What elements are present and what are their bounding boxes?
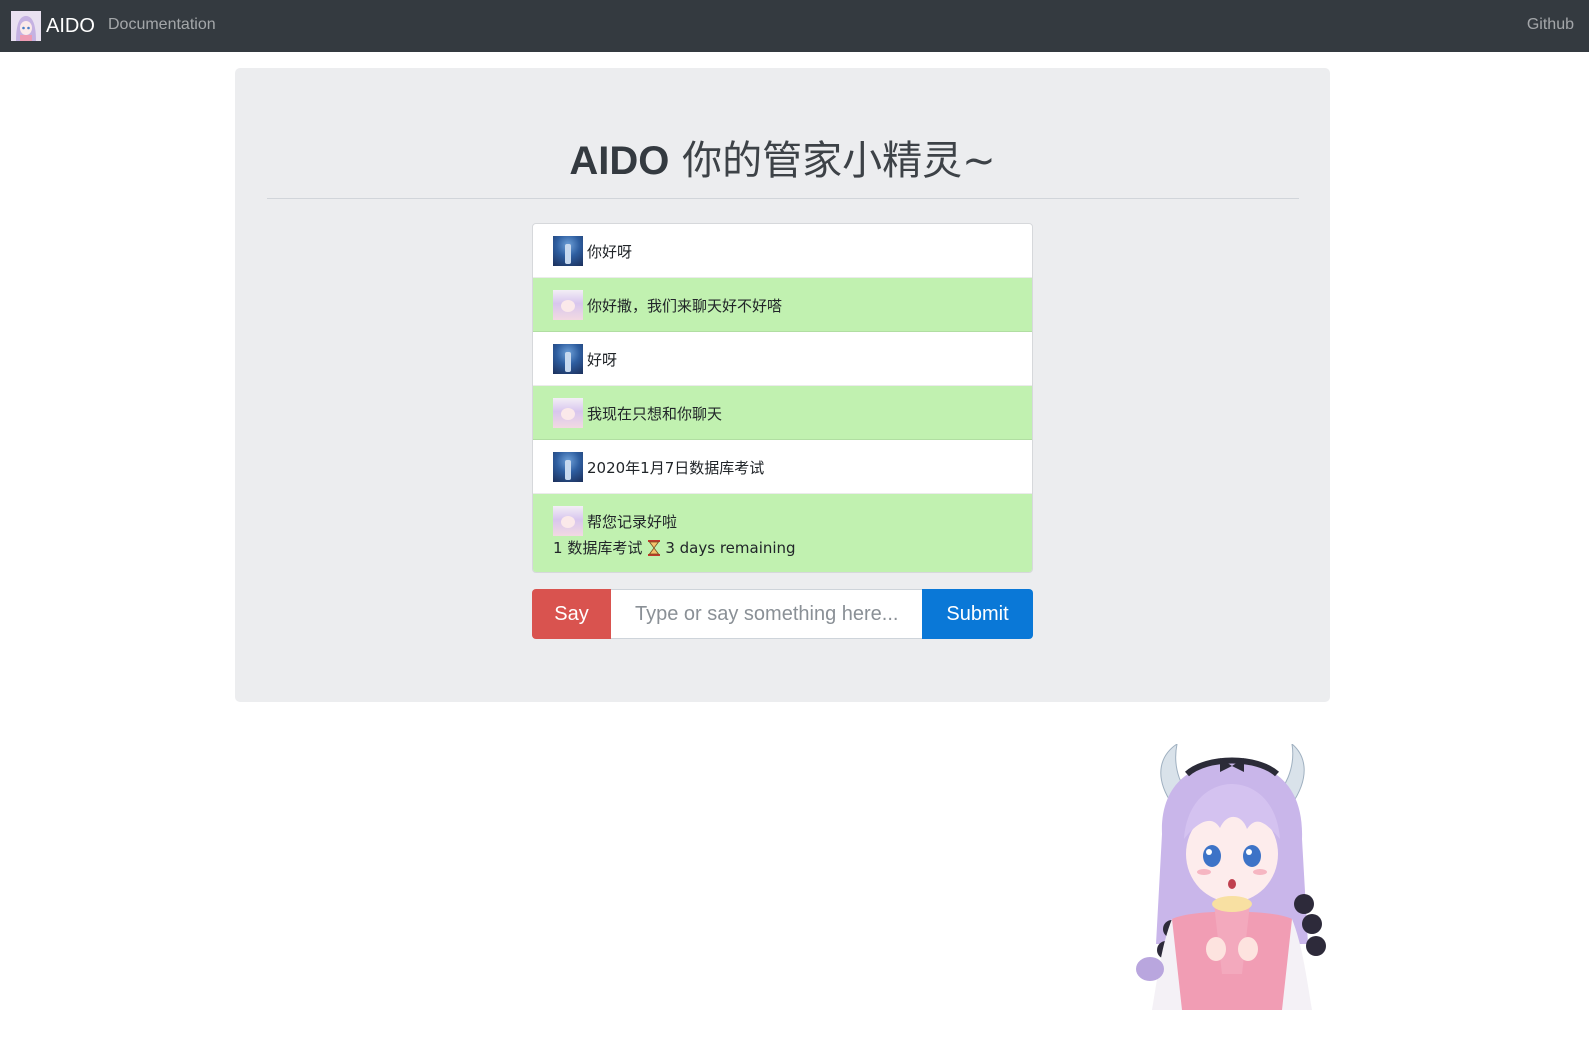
message-text: 2020年1月7日数据库考试 (587, 458, 765, 477)
message-text: 帮您记录好啦 (587, 512, 678, 531)
hourglass-icon (648, 539, 661, 556)
nav-github-link[interactable]: Github (1527, 16, 1574, 34)
message-input-group: Say Submit (532, 589, 1033, 639)
brand-logo-icon (11, 11, 41, 41)
chat-message-bot: 你好撒，我们来聊天好不好嗒 (533, 278, 1032, 332)
user-avatar (553, 452, 583, 482)
message-text: 我现在只想和你聊天 (587, 404, 723, 423)
chat-message-user: 好呀 (533, 332, 1032, 386)
navbar: AIDO Documentation Github (0, 0, 1589, 52)
page-title-name: AIDO (569, 139, 670, 183)
page-title-slogan: 你的管家小精灵~ (669, 138, 996, 184)
chat-message-user: 你好呀 (533, 224, 1032, 278)
bot-avatar (553, 398, 583, 428)
brand-link[interactable]: AIDO (11, 11, 95, 41)
message-text: 你好呀 (587, 242, 633, 261)
chat-message-user: 2020年1月7日数据库考试 (533, 440, 1032, 494)
todo-remaining: 3 days remaining (665, 538, 796, 557)
message-input[interactable] (611, 589, 922, 639)
message-text: 好呀 (587, 350, 618, 369)
page-title: AIDO 你的管家小精灵~ (235, 128, 1330, 186)
user-avatar (553, 236, 583, 266)
submit-button[interactable]: Submit (922, 589, 1033, 639)
bot-avatar (553, 506, 583, 536)
todo-name: 数据库考试 (567, 539, 643, 557)
title-divider (267, 198, 1299, 199)
chat-message-bot: 帮您记录好啦 1 数据库考试 3 days remaining (533, 494, 1032, 572)
todo-item: 1 数据库考试 3 days remaining (553, 537, 1012, 558)
nav-documentation-link[interactable]: Documentation (108, 16, 216, 34)
mascot-image (1132, 742, 1330, 1010)
message-text: 你好撒，我们来聊天好不好嗒 (587, 296, 783, 315)
bot-avatar (553, 290, 583, 320)
brand-name: AIDO (46, 14, 95, 37)
chat-message-bot: 我现在只想和你聊天 (533, 386, 1032, 440)
todo-index: 1 (553, 538, 563, 557)
chat-history[interactable]: 你好呀 你好撒，我们来聊天好不好嗒 好呀 我现在只想和你聊天 2020年1月7日… (532, 223, 1033, 573)
say-button[interactable]: Say (532, 589, 611, 639)
user-avatar (553, 344, 583, 374)
